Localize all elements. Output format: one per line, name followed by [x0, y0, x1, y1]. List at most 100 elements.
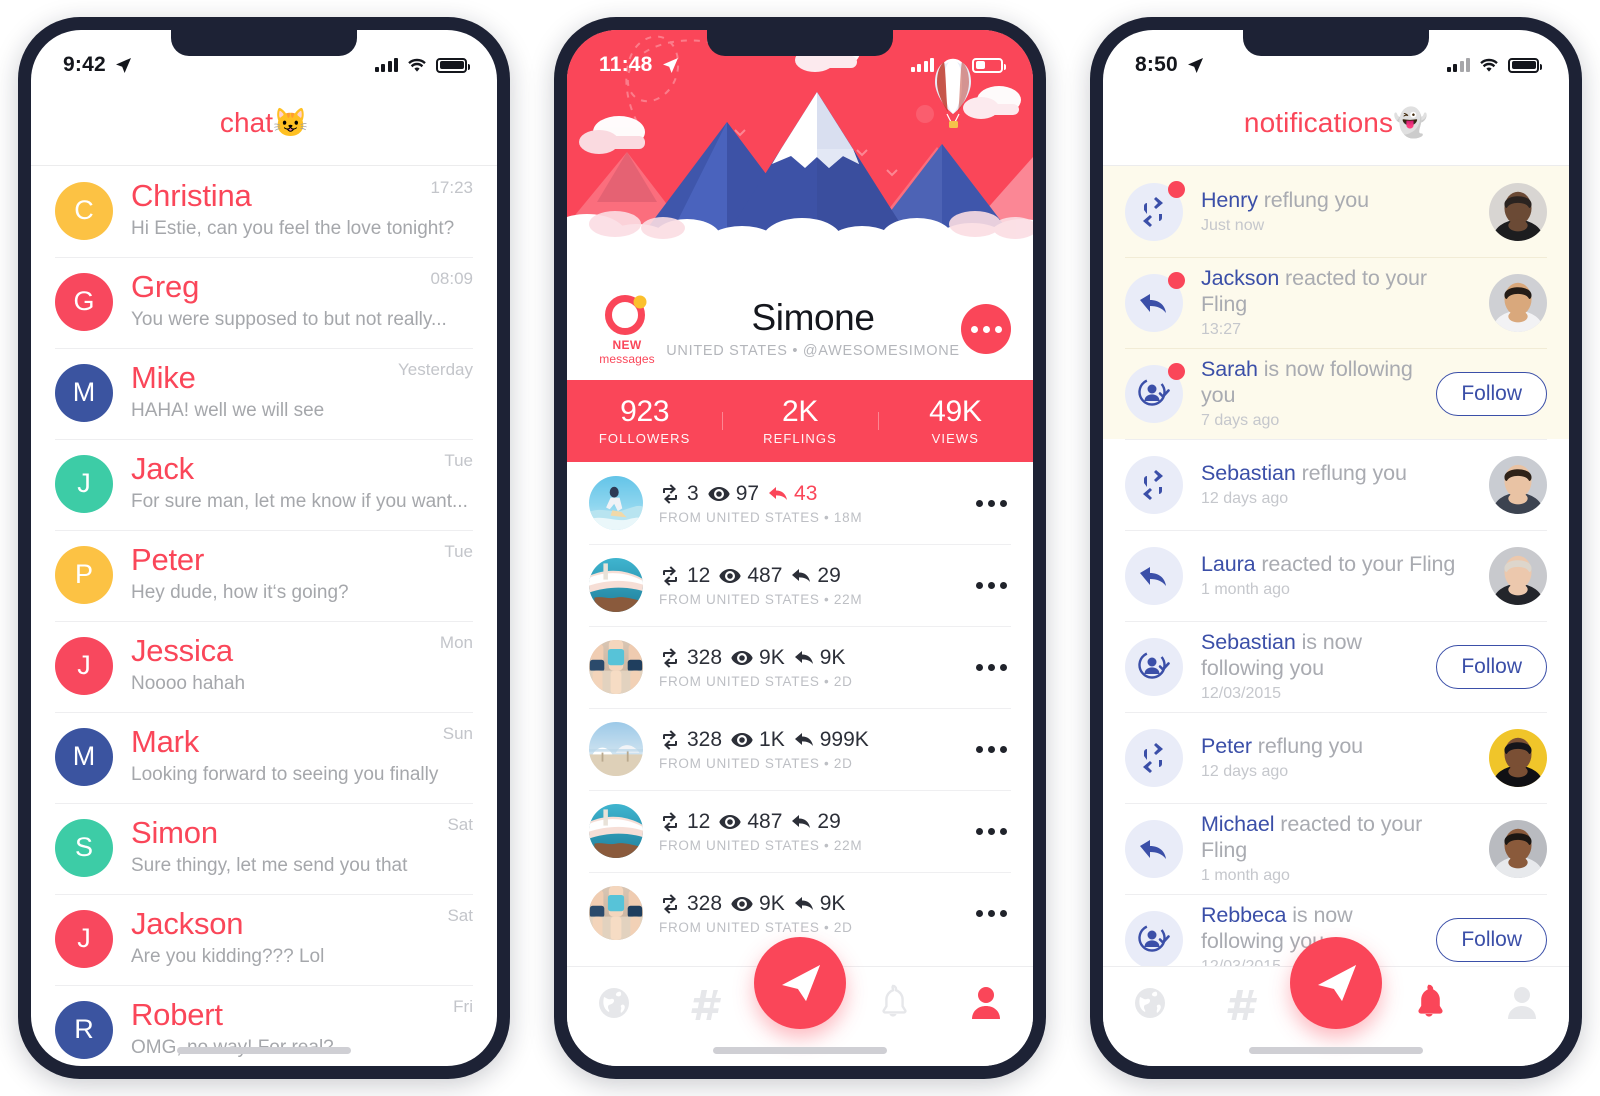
chat-row[interactable]: G Greg You were supposed to but not really… [31, 257, 497, 348]
reply-arrow-icon [769, 487, 788, 500]
notification-time: 12 days ago [1201, 763, 1289, 781]
chat-row-body: Jessica Noooo hahah [131, 634, 473, 696]
compose-fling-button[interactable] [1290, 937, 1382, 1029]
notification-row[interactable]: Peter reflung you 12 days ago [1103, 712, 1569, 803]
follow-button[interactable]: Follow [1436, 644, 1547, 689]
compose-fling-button[interactable] [754, 937, 846, 1029]
chat-row[interactable]: S Simon Sure thingy, let me send you that S… [31, 803, 497, 894]
post-thumbnail[interactable] [589, 640, 643, 694]
post-row[interactable]: 12 487 29 FROM UNITED STATES • 22M [567, 790, 1033, 872]
more-dot [1000, 745, 1007, 753]
post-more-button[interactable] [976, 745, 1011, 753]
new-messages-badge[interactable]: NEW messages [589, 291, 665, 367]
notification-row[interactable]: Laura reacted to your Fling 1 month ago [1103, 530, 1569, 621]
avatar[interactable] [1489, 455, 1547, 514]
stat-reflings[interactable]: 2K REFLINGS [722, 396, 877, 446]
post-row[interactable]: 3 97 43 FROM UNITED STATES • 18M [567, 462, 1033, 544]
avatar[interactable] [1489, 819, 1547, 878]
stat-views[interactable]: 49K VIEWS [877, 396, 1033, 446]
metric-views-value: 9K [759, 891, 785, 915]
avatar[interactable] [1489, 546, 1547, 605]
notification-row[interactable]: Sebastian reflung you 12 days ago [1103, 439, 1569, 530]
post-row[interactable]: 328 9K 9K FROM UNITED STATES • 2D [567, 626, 1033, 708]
notification-row[interactable]: Jackson reacted to your Fling 13:27 [1103, 257, 1569, 348]
metric-views: 9K [731, 892, 785, 916]
post-more-button[interactable] [976, 909, 1011, 917]
notification-row[interactable]: Sebastian is now following you 12/03/2015… [1103, 621, 1569, 712]
metric-replies: 29 [791, 564, 841, 588]
post-more-button[interactable] [976, 663, 1011, 671]
avatar[interactable] [1489, 273, 1547, 332]
chat-row[interactable]: J Jack For sure man, let me know if you wa… [31, 439, 497, 530]
tab-hashtag[interactable] [671, 983, 743, 1023]
post-thumbnail[interactable] [589, 722, 643, 776]
post-metrics: 328 1K 999K [659, 728, 960, 752]
notification-text: Sarah is now following you [1201, 357, 1418, 409]
post-more-button[interactable] [976, 581, 1011, 589]
notification-user: Jackson [1201, 265, 1280, 290]
post-row[interactable]: 12 487 29 FROM UNITED STATES • 22M [567, 544, 1033, 626]
chat-row[interactable]: P Peter Hey dude, how it‘s going? Tue [31, 530, 497, 621]
follow-button[interactable]: Follow [1436, 371, 1547, 416]
tab-hashtag[interactable] [1207, 983, 1279, 1023]
tab-person[interactable] [1486, 983, 1558, 1021]
notification-user: Laura [1201, 551, 1256, 576]
device-notch [1243, 30, 1429, 56]
metric-replies: 43 [768, 482, 817, 506]
chat-contact-name: Christina [131, 178, 252, 214]
tab-person[interactable] [950, 983, 1022, 1021]
post-thumbnail[interactable] [589, 804, 643, 858]
chat-row[interactable]: M Mike HAHA! well we will see Yesterday [31, 348, 497, 439]
tab-globe[interactable] [578, 983, 650, 1023]
chat-row[interactable]: J Jackson Are you kidding??? Lol Sat [31, 894, 497, 985]
chat-contact-name: Jackson [131, 906, 244, 942]
send-paper-plane-icon [782, 965, 820, 1001]
tab-globe[interactable] [1114, 983, 1186, 1023]
follow-button[interactable]: Follow [1436, 917, 1547, 962]
reply-arrow-icon [794, 733, 813, 746]
chat-row[interactable]: J Jessica Noooo hahah Mon [31, 621, 497, 712]
post-body: 328 9K 9K FROM UNITED STATES • 2D [659, 646, 960, 689]
stat-followers[interactable]: 923 FOLLOWERS [567, 396, 722, 446]
avatar[interactable] [1489, 182, 1547, 241]
avatar: S [55, 818, 113, 877]
tab-bell[interactable] [1393, 983, 1465, 1021]
metric-views-value: 97 [735, 481, 760, 505]
tab-bell[interactable] [857, 983, 929, 1021]
more-options-button[interactable] [961, 304, 1011, 354]
post-more-button[interactable] [976, 827, 1011, 835]
chat-timestamp: 08:09 [430, 269, 473, 288]
avatar[interactable] [1489, 728, 1547, 787]
post-thumbnail[interactable] [589, 476, 643, 530]
avatar: P [55, 545, 113, 604]
post-thumbnail[interactable] [589, 886, 643, 940]
profile-post-list[interactable]: 3 97 43 FROM UNITED STATES • 18M 12 487 29 FROM… [567, 462, 1033, 966]
chat-row-body: Jack For sure man, let me know if you wan… [131, 452, 473, 514]
notification-row[interactable]: Henry reflung you Just now [1103, 166, 1569, 257]
views-eye-icon [731, 650, 753, 665]
more-dot [976, 663, 983, 671]
notification-row[interactable]: Sarah is now following you 7 days ago Foll… [1103, 348, 1569, 439]
post-meta: FROM UNITED STATES • 22M [659, 591, 863, 607]
avatar: J [55, 454, 113, 513]
notification-text: Jackson reacted to your Fling [1201, 266, 1471, 318]
post-meta: FROM UNITED STATES • 2D [659, 673, 853, 689]
notification-type-icon-wrap [1125, 362, 1185, 423]
notification-body: Sarah is now following you 7 days ago [1201, 357, 1418, 431]
post-thumbnail[interactable] [589, 558, 643, 612]
post-row[interactable]: 328 1K 999K FROM UNITED STATES • 2D [567, 708, 1033, 790]
hashtag-icon [691, 990, 721, 1020]
more-dot [982, 325, 990, 333]
metric-reflings: 328 [659, 728, 722, 752]
notification-row[interactable]: Michael reacted to your Fling 1 month ago [1103, 803, 1569, 894]
chat-row[interactable]: M Mark Looking forward to seeing you final… [31, 712, 497, 803]
notifications-list[interactable]: Henry reflung you Just now Jackson reacted… [1103, 165, 1569, 966]
notification-action: reflung you [1295, 460, 1407, 485]
unread-dot [1168, 362, 1185, 380]
person-icon [1508, 987, 1537, 1019]
post-more-button[interactable] [976, 499, 1011, 507]
chat-row[interactable]: C Christina Hi Estie, can you feel the lov… [31, 166, 497, 257]
cat-emoji: 😺 [273, 107, 309, 138]
chat-conversation-list[interactable]: C Christina Hi Estie, can you feel the lov… [31, 165, 497, 1066]
metric-replies: 9K [794, 892, 845, 916]
